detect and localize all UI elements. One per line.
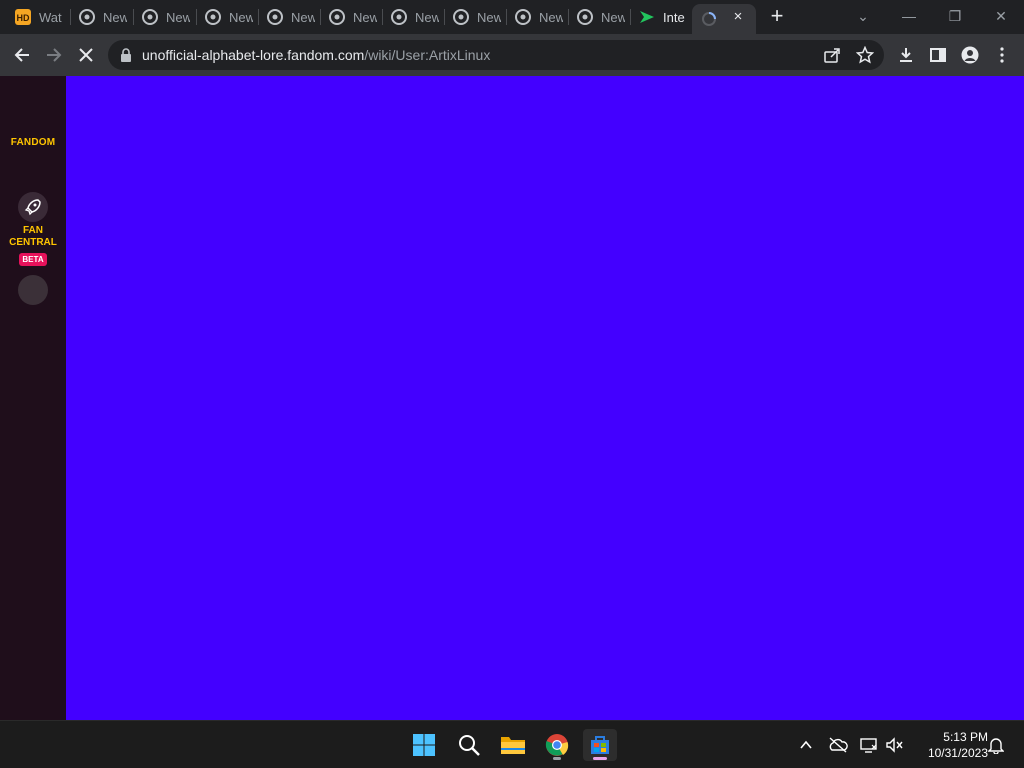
address-bar[interactable]: unofficial-alphabet-lore.fandom.com/wiki… — [108, 40, 884, 70]
onedrive-offline-icon[interactable] — [828, 735, 848, 755]
browser-toolbar: unofficial-alphabet-lore.fandom.com/wiki… — [0, 34, 1024, 76]
network-icon[interactable] — [859, 735, 879, 755]
browser-tab[interactable]: New — [196, 4, 258, 30]
profile-icon[interactable] — [958, 43, 982, 67]
tab-label: Inte — [663, 9, 685, 25]
downloads-icon[interactable] — [894, 43, 918, 67]
minimize-button[interactable]: — — [897, 5, 921, 27]
url-text: unofficial-alphabet-lore.fandom.com/wiki… — [142, 47, 490, 63]
chrome-icon — [391, 9, 407, 25]
browser-tab[interactable]: New — [444, 4, 506, 30]
running-indicator — [553, 757, 561, 760]
chrome-icon — [79, 9, 95, 25]
volume-muted-icon[interactable] — [885, 735, 905, 755]
lock-icon — [121, 48, 131, 62]
back-button[interactable] — [10, 43, 34, 67]
tab-label: New — [353, 9, 377, 25]
tab-label: Wat — [39, 9, 62, 25]
share-icon[interactable] — [822, 45, 842, 65]
tab-label: New — [477, 9, 501, 25]
fan-central-line2: CENTRAL — [9, 237, 57, 248]
green-arrow-icon — [639, 9, 655, 25]
windows-start-icon[interactable] — [407, 729, 441, 761]
close-icon — [79, 48, 93, 62]
side-panel-icon[interactable] — [926, 43, 950, 67]
beta-badge: BETA — [19, 253, 47, 266]
url-path: /wiki/User:ArtixLinux — [364, 47, 491, 63]
fan-central-line1: FAN — [23, 225, 43, 236]
svg-text:HD: HD — [17, 13, 30, 23]
close-tab-icon[interactable]: × — [730, 9, 746, 25]
fandom-logo[interactable]: FANDOM — [0, 137, 66, 148]
tab-label: New — [166, 9, 190, 25]
browser-tab[interactable]: New — [320, 4, 382, 30]
browser-tab[interactable]: New — [133, 4, 195, 30]
clock-date: 10/31/2023 — [927, 746, 988, 760]
browser-tab[interactable]: HD Wat — [6, 4, 68, 30]
browser-tab[interactable]: New — [506, 4, 568, 30]
chrome-icon — [205, 9, 221, 25]
chrome-icon — [515, 9, 531, 25]
microsoft-store-icon[interactable] — [583, 729, 617, 761]
rocket-icon[interactable] — [18, 192, 48, 222]
system-clock[interactable]: 5:13 PM 10/31/2023 — [912, 729, 988, 761]
new-tab-button[interactable]: + — [766, 5, 788, 28]
notification-bell-icon[interactable] — [986, 735, 1006, 755]
tab-label: New — [415, 9, 439, 25]
browser-tab[interactable]: New — [70, 4, 132, 30]
clock-time: 5:13 PM — [943, 730, 988, 744]
windows-taskbar: 5:13 PM 10/31/2023 — [0, 720, 1024, 768]
browser-tab-active[interactable] — [692, 4, 756, 34]
search-icon[interactable] — [452, 729, 486, 761]
active-indicator — [593, 757, 607, 760]
chevron-up-icon[interactable] — [796, 735, 816, 755]
user-avatar[interactable] — [18, 275, 48, 305]
restore-button[interactable]: ❐ — [943, 5, 967, 27]
browser-tab[interactable]: New — [258, 4, 320, 30]
stop-loading-button[interactable] — [74, 43, 98, 67]
arrow-left-icon — [14, 48, 29, 62]
forward-button[interactable] — [42, 43, 66, 67]
chrome-icon — [329, 9, 345, 25]
tab-strip: HD Wat New New New New New New New New N… — [0, 0, 1024, 34]
chrome-icon — [577, 9, 593, 25]
fan-central-label[interactable]: FAN CENTRAL — [0, 225, 66, 249]
tab-label: New — [291, 9, 315, 25]
browser-tab[interactable]: Inte — [630, 4, 692, 30]
menu-kebab-icon[interactable] — [990, 43, 1014, 67]
loading-spinner-icon — [701, 11, 717, 27]
chrome-icon — [453, 9, 469, 25]
chrome-icon — [142, 9, 158, 25]
hd-icon: HD — [15, 9, 31, 25]
url-domain: unofficial-alphabet-lore.fandom.com — [142, 47, 365, 63]
browser-tab[interactable]: New — [382, 4, 444, 30]
file-explorer-icon[interactable] — [496, 729, 530, 761]
tab-label: New — [103, 9, 127, 25]
chrome-icon[interactable] — [540, 729, 574, 761]
tab-search-dropdown-icon[interactable]: ⌄ — [851, 5, 875, 27]
close-window-button[interactable]: ✕ — [989, 5, 1013, 27]
page-content: FANDOM FAN CENTRAL BETA — [0, 76, 1024, 720]
tab-label: New — [539, 9, 563, 25]
tab-label: New — [601, 9, 625, 25]
chrome-icon — [267, 9, 283, 25]
fandom-global-nav: FANDOM FAN CENTRAL BETA — [0, 76, 66, 720]
browser-tab[interactable]: New — [568, 4, 630, 30]
bookmark-star-icon[interactable] — [855, 45, 875, 65]
tab-label: New — [229, 9, 253, 25]
arrow-right-icon — [47, 48, 62, 62]
